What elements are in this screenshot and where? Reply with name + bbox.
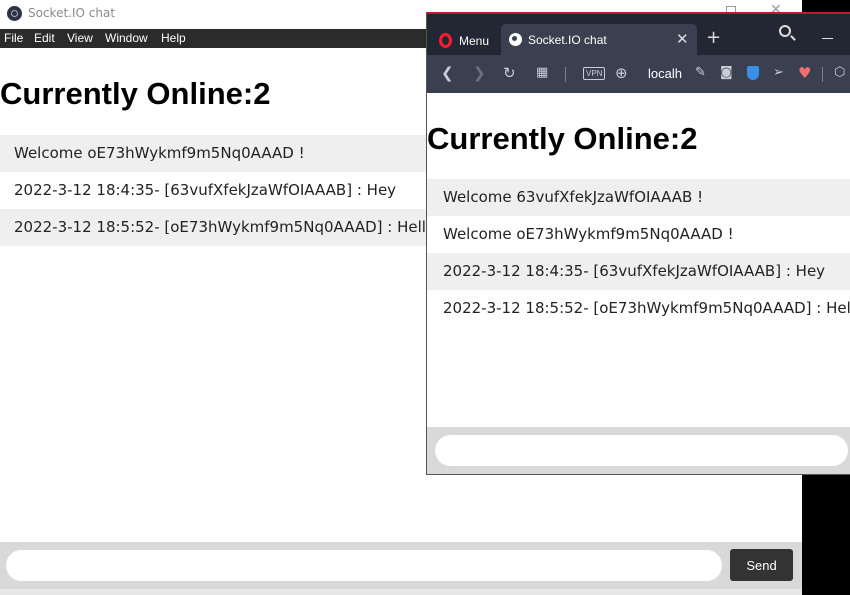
- edit-icon[interactable]: ✎: [695, 65, 706, 81]
- message-form: [427, 427, 850, 474]
- page-content: Currently Online:2 Welcome 63vufXfekJzaW…: [427, 93, 850, 427]
- globe-icon: [509, 33, 522, 46]
- forward-icon[interactable]: ❯: [473, 65, 486, 81]
- opera-logo-icon[interactable]: [439, 33, 452, 48]
- toolbar-separator: [822, 67, 823, 82]
- window-title: Socket.IO chat: [28, 6, 116, 20]
- opera-menu-button[interactable]: Menu: [459, 34, 489, 48]
- tab-strip: Menu Socket.IO chat ✕ +: [427, 14, 850, 57]
- menu-window[interactable]: Window: [105, 31, 148, 45]
- address-field[interactable]: localh: [648, 66, 682, 81]
- tab-close-icon[interactable]: ✕: [676, 30, 689, 48]
- window-bottom-edge: [0, 589, 802, 595]
- online-count-heading: Currently Online:2: [427, 121, 698, 156]
- minimize-icon[interactable]: [822, 38, 833, 39]
- send-button[interactable]: Send: [730, 549, 793, 581]
- opera-window: Menu Socket.IO chat ✕ + ❮ ❯ ↻ ▦ VPN ⊕ lo…: [426, 12, 850, 475]
- snapshot-icon[interactable]: ◙: [720, 65, 733, 81]
- tab-socketio-chat[interactable]: Socket.IO chat ✕: [501, 24, 697, 57]
- online-count-heading: Currently Online:2: [0, 76, 271, 111]
- message-input[interactable]: [435, 435, 848, 466]
- menu-edit[interactable]: Edit: [34, 31, 55, 45]
- search-icon[interactable]: [779, 25, 791, 37]
- message-input[interactable]: [6, 550, 722, 581]
- message-form: Send: [0, 542, 802, 589]
- browser-toolbar: ❮ ❯ ↻ ▦ VPN ⊕ localh ✎ ◙ ➢ ♥ ⬡: [427, 55, 850, 93]
- menu-view[interactable]: View: [67, 31, 93, 45]
- tab-title: Socket.IO chat: [528, 33, 607, 47]
- speed-dial-icon[interactable]: ▦: [536, 65, 548, 81]
- reload-icon[interactable]: ↻: [503, 65, 516, 81]
- message-item: Welcome oE73hWykmf9m5Nq0AAAD !: [443, 225, 734, 243]
- new-tab-button[interactable]: +: [706, 27, 721, 48]
- send-icon[interactable]: ➢: [773, 65, 784, 81]
- heart-icon[interactable]: ♥: [798, 64, 811, 82]
- message-item: Welcome 63vufXfekJzaWfOIAAAB !: [427, 179, 850, 216]
- menu-file[interactable]: File: [4, 31, 23, 45]
- message-item: 2022-3-12 18:5:52- [oE73hWykmf9m5Nq0AAAD…: [443, 299, 850, 317]
- cube-icon[interactable]: ⬡: [834, 65, 845, 81]
- vpn-icon[interactable]: VPN: [583, 67, 606, 80]
- back-icon[interactable]: ❮: [441, 65, 454, 81]
- menu-help[interactable]: Help: [161, 31, 186, 45]
- toolbar-separator: [565, 67, 566, 82]
- site-info-icon[interactable]: ⊕: [615, 65, 628, 81]
- message-item: 2022-3-12 18:4:35- [63vufXfekJzaWfOIAAAB…: [427, 253, 850, 290]
- socketio-app-icon: [7, 6, 22, 21]
- adblock-shield-icon[interactable]: [747, 66, 759, 80]
